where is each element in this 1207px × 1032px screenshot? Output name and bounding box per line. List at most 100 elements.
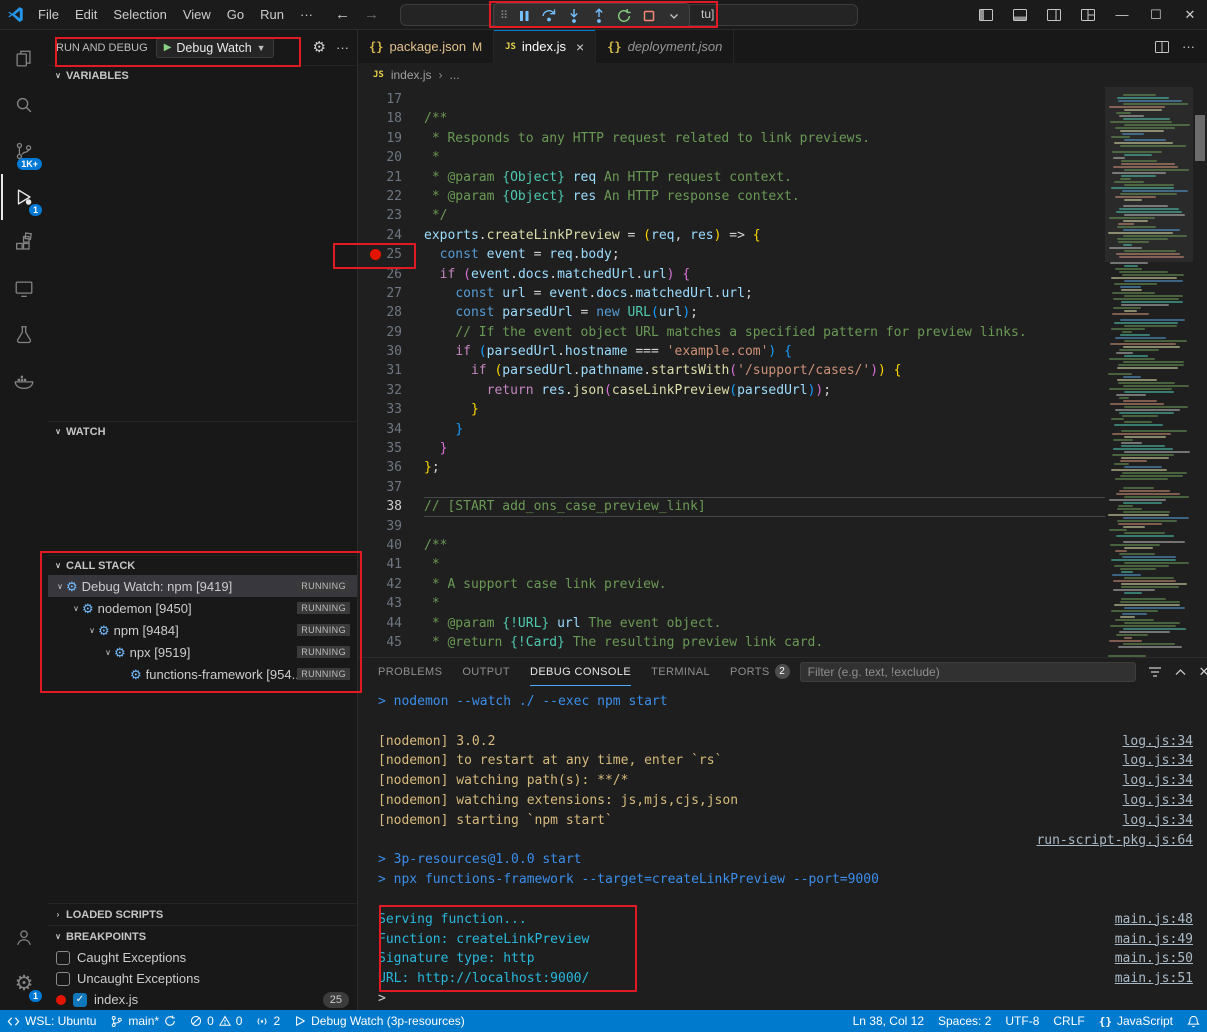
minimize-button[interactable]: — (1105, 0, 1139, 30)
gutter[interactable]: 37 (358, 478, 424, 497)
gutter[interactable]: 44 (358, 614, 424, 633)
code-line[interactable]: 17 (358, 90, 1105, 109)
debug-console-output[interactable]: > nodemon --watch ./ --exec npm start[no… (358, 686, 1207, 1010)
gutter[interactable]: 28 (358, 303, 424, 322)
panel-tab-output[interactable]: OUTPUT (462, 658, 510, 686)
code-line[interactable]: 24exports.createLinkPreview = (req, res)… (358, 226, 1105, 245)
code-line[interactable]: 28 const parsedUrl = new URL(url); (358, 303, 1105, 322)
console-row[interactable]: [nodemon] starting `npm start`log.js:34 (378, 811, 1207, 831)
code-line[interactable]: 38// [START add_ons_case_preview_link] (358, 497, 1105, 516)
sidebar-more-icon[interactable]: ··· (336, 40, 349, 55)
gutter[interactable]: 27 (358, 284, 424, 303)
callstack-row[interactable]: ∨⚙npx [9519]RUNNING (48, 641, 357, 663)
source-link[interactable]: log.js:34 (1123, 791, 1193, 811)
filter-lines-icon[interactable] (1148, 665, 1162, 679)
settings-gear-icon[interactable]: ⚙ 1 (1, 960, 47, 1006)
source-link[interactable]: log.js:34 (1123, 771, 1193, 791)
code-line[interactable]: 19 * Responds to any HTTP request relate… (358, 129, 1105, 148)
breakpoint-checkbox[interactable] (56, 972, 70, 986)
panel-close-icon[interactable]: ✕ (1199, 664, 1207, 680)
nav-forward-icon[interactable]: → (364, 6, 379, 23)
step-over-icon[interactable] (537, 5, 561, 26)
source-link[interactable]: log.js:34 (1123, 811, 1193, 831)
account-icon[interactable] (1, 914, 47, 960)
panel-tab-ports[interactable]: PORTS2 (730, 658, 790, 686)
editor-scrollbar[interactable] (1193, 87, 1207, 657)
breakpoint-row[interactable]: Uncaught Exceptions (48, 968, 357, 989)
section-breakpoints[interactable]: ∨ BREAKPOINTS (48, 925, 357, 947)
tab-index-js[interactable]: JS index.js × (494, 30, 596, 63)
source-link[interactable]: main.js:51 (1115, 969, 1193, 989)
section-variables[interactable]: ∨ VARIABLES (48, 65, 357, 85)
code-line[interactable]: 35 } (358, 439, 1105, 458)
gutter[interactable]: 30 (358, 342, 424, 361)
source-control-icon[interactable]: 1K+ (1, 128, 47, 174)
code-line[interactable]: 26 if (event.docs.matchedUrl.url) { (358, 265, 1105, 284)
breakpoint-row[interactable]: Caught Exceptions (48, 947, 357, 968)
console-row[interactable]: run-script-pkg.js:64 (378, 831, 1207, 851)
test-flask-icon[interactable] (1, 312, 47, 358)
callstack-row[interactable]: ⚙functions-framework [954...RUNNING (48, 663, 357, 685)
console-filter-input[interactable] (800, 662, 1136, 682)
source-link[interactable]: log.js:34 (1123, 751, 1193, 771)
gutter[interactable]: 25 (358, 245, 424, 264)
toggle-secondary-sidebar-icon[interactable] (1037, 0, 1071, 30)
code-line[interactable]: 20 * (358, 148, 1105, 167)
minimap[interactable] (1105, 87, 1193, 657)
remote-explorer-icon[interactable] (1, 266, 47, 312)
source-link[interactable]: run-script-pkg.js:64 (1036, 831, 1193, 851)
gutter[interactable]: 36 (358, 458, 424, 477)
problems-indicator[interactable]: 0 0 (183, 1010, 249, 1032)
code-line[interactable]: 31 if (parsedUrl.pathname.startsWith('/s… (358, 361, 1105, 380)
gutter[interactable]: 41 (358, 555, 424, 574)
code-line[interactable]: 27 const url = event.docs.matchedUrl.url… (358, 284, 1105, 303)
tab-deployment-json[interactable]: {} deployment.json (596, 30, 734, 63)
source-link[interactable]: main.js:48 (1115, 910, 1193, 930)
pause-icon[interactable] (512, 5, 536, 26)
gutter[interactable]: 40 (358, 536, 424, 555)
chevron-down-icon[interactable] (662, 5, 686, 26)
toggle-panel-icon[interactable] (1003, 0, 1037, 30)
stop-icon[interactable] (637, 5, 661, 26)
cursor-position[interactable]: Ln 38, Col 12 (846, 1010, 931, 1032)
callstack-row[interactable]: ∨⚙npm [9484]RUNNING (48, 619, 357, 641)
gutter[interactable]: 45 (358, 633, 424, 652)
gutter[interactable]: 42 (358, 575, 424, 594)
code-line[interactable]: 18/** (358, 109, 1105, 128)
run-and-debug-icon[interactable]: 1 (1, 174, 47, 220)
code-line[interactable]: 21 * @param {Object} req An HTTP request… (358, 168, 1105, 187)
menu-edit[interactable]: Edit (67, 4, 105, 25)
gutter[interactable]: 35 (358, 439, 424, 458)
breakpoint-row[interactable]: ✓index.js25 (48, 989, 357, 1010)
menu-view[interactable]: View (175, 4, 219, 25)
console-row[interactable]: > npx functions-framework --target=creat… (378, 870, 1207, 890)
extensions-icon[interactable] (1, 220, 47, 266)
console-row[interactable]: > 3p-resources@1.0.0 start (378, 850, 1207, 870)
gutter[interactable]: 29 (358, 323, 424, 342)
code-line[interactable]: 33 } (358, 400, 1105, 419)
code-line[interactable]: 34 } (358, 420, 1105, 439)
source-link[interactable]: log.js:34 (1123, 732, 1193, 752)
debug-session-indicator[interactable]: Debug Watch (3p-resources) (287, 1010, 472, 1032)
code-line[interactable]: 29 // If the event object URL matches a … (358, 323, 1105, 342)
section-loaded-scripts[interactable]: › LOADED SCRIPTS (48, 903, 357, 925)
search-icon[interactable] (1, 82, 47, 128)
debug-settings-gear-icon[interactable]: ⚙ (313, 40, 326, 55)
panel-tab-problems[interactable]: PROBLEMS (378, 658, 442, 686)
console-row[interactable]: [nodemon] 3.0.2log.js:34 (378, 732, 1207, 752)
gutter[interactable]: 22 (358, 187, 424, 206)
step-into-icon[interactable] (562, 5, 586, 26)
editor-more-icon[interactable]: ··· (1182, 39, 1195, 54)
notifications-bell-icon[interactable] (1180, 1010, 1207, 1032)
breakpoint-checkbox[interactable] (56, 951, 70, 965)
step-out-icon[interactable] (587, 5, 611, 26)
breakpoint-dot[interactable] (370, 249, 381, 260)
close-tab-icon[interactable]: × (576, 39, 584, 55)
console-row[interactable]: Function: createLinkPreviewmain.js:49 (378, 930, 1207, 950)
gutter[interactable]: 18 (358, 109, 424, 128)
gutter[interactable]: 20 (358, 148, 424, 167)
code-line[interactable]: 30 if (parsedUrl.hostname === 'example.c… (358, 342, 1105, 361)
gutter[interactable]: 31 (358, 361, 424, 380)
ports-indicator[interactable]: 2 (249, 1010, 287, 1032)
nav-back-icon[interactable]: ← (335, 6, 350, 23)
